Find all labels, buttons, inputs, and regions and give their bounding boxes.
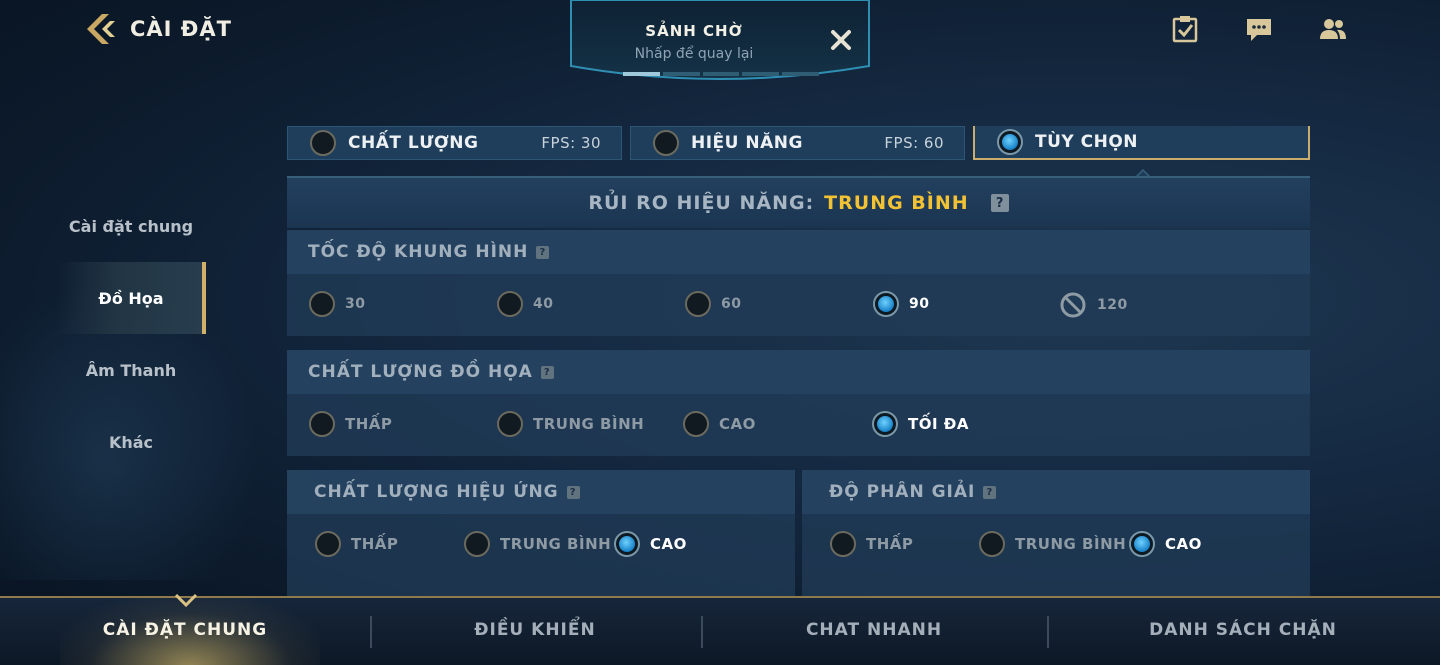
help-icon[interactable]: ? <box>990 194 1009 212</box>
fps-option-40[interactable]: 40 <box>497 291 553 317</box>
friends-icon[interactable] <box>1318 14 1348 44</box>
preset-custom[interactable]: TÙY CHỌN <box>973 126 1310 160</box>
preset-label: CHẤT LƯỢNG <box>348 133 479 153</box>
lobby-subtitle: Nhấp để quay lại <box>634 46 754 62</box>
chat-icon[interactable] <box>1244 14 1274 44</box>
preset-performance-radio <box>653 130 679 156</box>
top-icon-bar <box>1170 14 1348 44</box>
preset-label: TÙY CHỌN <box>1035 132 1139 152</box>
lobby-return-banner[interactable]: SẢNH CHỜ Nhấp để quay lại <box>569 0 871 86</box>
checklist-icon[interactable] <box>1170 14 1200 44</box>
section-title: CHẤT LƯỢNG HIỆU ỨNG ? <box>287 470 795 514</box>
effects-option-high[interactable]: CAO <box>614 531 687 557</box>
section-title: ĐỘ PHÂN GIẢI ? <box>802 470 1310 514</box>
bottom-nav: CÀI ĐẶT CHUNG ĐIỀU KHIỂN CHAT NHANH DANH… <box>0 594 1440 665</box>
preset-quality[interactable]: CHẤT LƯỢNG FPS: 30 <box>287 126 622 160</box>
preset-fps: FPS: 30 <box>541 134 601 152</box>
sidebar-item-general[interactable]: Cài đặt chung <box>56 190 206 262</box>
preset-custom-radio <box>997 129 1023 155</box>
tab-controls[interactable]: ĐIỀU KHIỂN <box>410 620 660 640</box>
preset-quality-radio <box>310 130 336 156</box>
radio-button-selected <box>873 291 899 317</box>
effects-option-low[interactable]: THẤP <box>315 531 398 557</box>
back-arrow-icon <box>87 14 115 44</box>
radio-button <box>309 291 335 317</box>
radio-button <box>683 411 709 437</box>
help-icon[interactable]: ? <box>566 485 580 499</box>
graphics-option-low[interactable]: THẤP <box>309 411 392 437</box>
section-title: CHẤT LƯỢNG ĐỒ HỌA ? <box>287 350 1310 394</box>
disabled-icon <box>1060 292 1086 318</box>
radio-button-selected <box>1129 531 1155 557</box>
radio-button-selected <box>614 531 640 557</box>
tab-block-list[interactable]: DANH SÁCH CHẶN <box>1118 620 1368 640</box>
sidebar-item-graphics[interactable]: Đồ Họa <box>56 262 206 334</box>
preset-performance[interactable]: HIỆU NĂNG FPS: 60 <box>630 126 965 160</box>
radio-button <box>315 531 341 557</box>
help-icon[interactable]: ? <box>983 485 997 499</box>
radio-button <box>497 291 523 317</box>
sidebar-item-other[interactable]: Khác <box>56 406 206 478</box>
resolution-section: ĐỘ PHÂN GIẢI ? THẤP TRUNG BÌNH CAO <box>802 470 1310 596</box>
fps-option-120: 120 <box>1059 291 1128 319</box>
resolution-option-medium[interactable]: TRUNG BÌNH <box>979 531 1126 557</box>
preset-fps: FPS: 60 <box>884 134 944 152</box>
radio-button <box>979 531 1005 557</box>
preset-label: HIỆU NĂNG <box>691 133 803 153</box>
radio-button <box>464 531 490 557</box>
risk-label: RỦI RO HIỆU NĂNG: <box>588 192 815 214</box>
resolution-option-low[interactable]: THẤP <box>830 531 913 557</box>
close-icon[interactable] <box>827 26 855 54</box>
performance-risk-bar: RỦI RO HIỆU NĂNG: TRUNG BÌNH ? <box>287 176 1310 228</box>
resolution-option-high[interactable]: CAO <box>1129 531 1202 557</box>
divider <box>370 616 372 648</box>
graphics-option-max[interactable]: TỐI ĐA <box>872 411 969 437</box>
radio-button <box>497 411 523 437</box>
tab-quick-chat[interactable]: CHAT NHANH <box>749 620 999 640</box>
graphics-presets: CHẤT LƯỢNG FPS: 30 HIỆU NĂNG FPS: 60 TÙY… <box>287 126 1310 160</box>
help-icon[interactable]: ? <box>540 365 554 379</box>
tab-general-settings[interactable]: CÀI ĐẶT CHUNG <box>60 620 310 640</box>
graphics-option-medium[interactable]: TRUNG BÌNH <box>497 411 644 437</box>
lobby-progress <box>623 72 819 76</box>
help-icon[interactable]: ? <box>536 245 550 259</box>
fps-option-90[interactable]: 90 <box>873 291 929 317</box>
divider <box>701 616 703 648</box>
graphics-option-high[interactable]: CAO <box>683 411 756 437</box>
back-button[interactable]: CÀI ĐẶT <box>84 12 232 46</box>
fps-option-60[interactable]: 60 <box>685 291 741 317</box>
settings-sidebar: Cài đặt chung Đồ Họa Âm Thanh Khác <box>56 190 206 478</box>
page-title: CÀI ĐẶT <box>130 17 232 41</box>
radio-button-selected <box>872 411 898 437</box>
radio-button <box>309 411 335 437</box>
divider <box>1047 616 1049 648</box>
radio-button <box>830 531 856 557</box>
section-title: TỐC ĐỘ KHUNG HÌNH ? <box>287 230 1310 274</box>
radio-button <box>685 291 711 317</box>
lobby-title: SẢNH CHỜ <box>645 22 743 40</box>
graphics-quality-section: CHẤT LƯỢNG ĐỒ HỌA ? THẤP TRUNG BÌNH CAO … <box>287 350 1310 456</box>
chevron-down-icon <box>175 594 197 608</box>
risk-value: TRUNG BÌNH <box>824 192 969 214</box>
effects-option-medium[interactable]: TRUNG BÌNH <box>464 531 611 557</box>
effects-quality-section: CHẤT LƯỢNG HIỆU ỨNG ? THẤP TRUNG BÌNH CA… <box>287 470 795 596</box>
fps-option-30[interactable]: 30 <box>309 291 365 317</box>
sidebar-item-sound[interactable]: Âm Thanh <box>56 334 206 406</box>
frame-rate-section: TỐC ĐỘ KHUNG HÌNH ? 30 40 60 90 120 <box>287 230 1310 336</box>
